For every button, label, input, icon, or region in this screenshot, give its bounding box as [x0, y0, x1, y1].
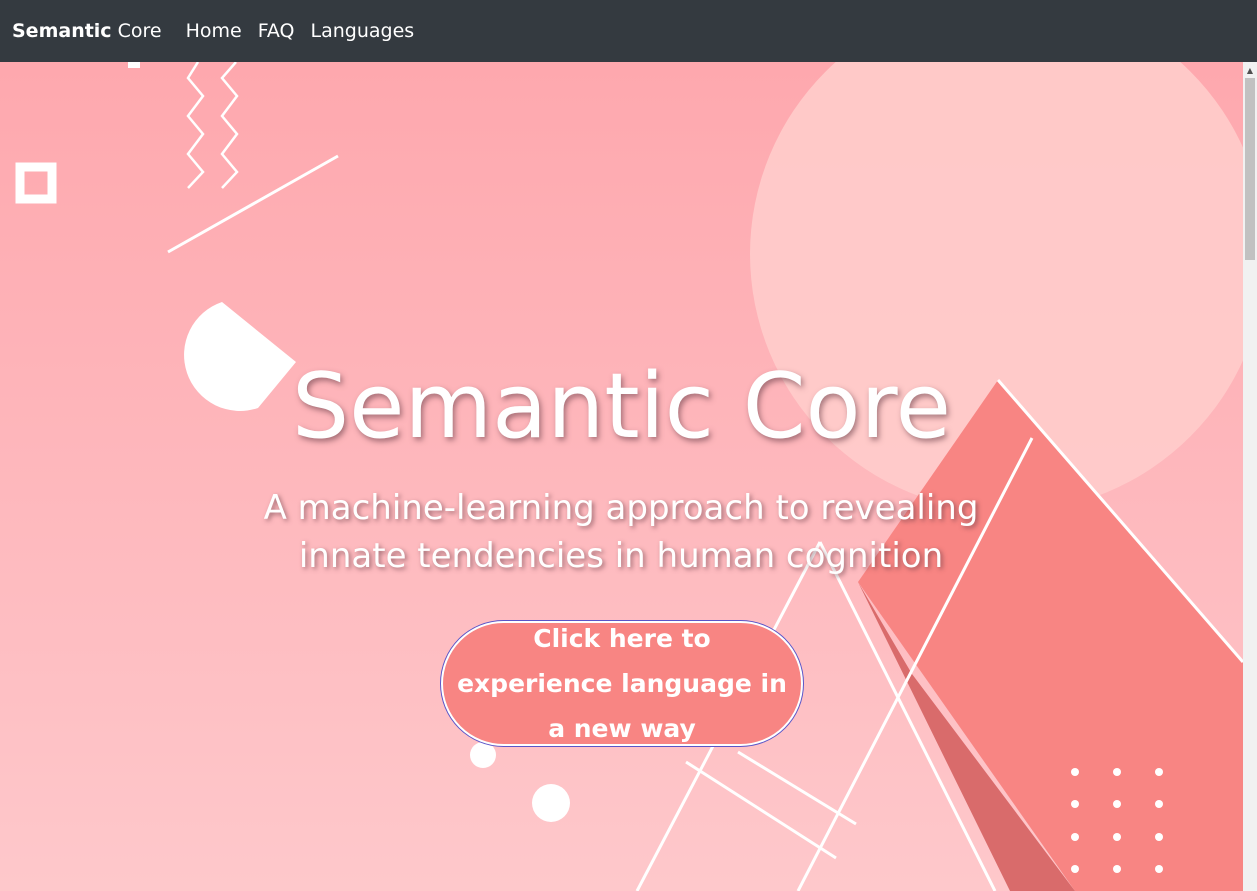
- brand-bold: Semantic: [12, 20, 112, 42]
- bg-short-line-1: [685, 760, 837, 860]
- hero-section: Semantic Core A machine-learning approac…: [0, 62, 1243, 891]
- up-arrow-icon[interactable]: ▲: [1243, 62, 1257, 78]
- bg-hollow-square: [15, 162, 57, 204]
- bg-short-line-2: [737, 750, 857, 826]
- brand-link[interactable]: Semantic Core: [12, 20, 162, 42]
- hero-title: Semantic Core: [291, 354, 952, 459]
- hero-subtitle: A machine-learning approach to revealing…: [263, 488, 979, 576]
- bg-zigzag-1: [186, 62, 205, 189]
- bg-small-rect: [128, 62, 140, 68]
- navbar: Semantic Core Home FAQ Languages: [0, 0, 1257, 62]
- bg-top-line: [167, 154, 339, 254]
- experience-language-button[interactable]: Click here to experience language in a n…: [441, 621, 803, 746]
- nav-link-languages[interactable]: Languages: [311, 20, 415, 42]
- vertical-scrollbar[interactable]: ▲: [1243, 62, 1257, 891]
- bg-small-circle-2: [532, 784, 570, 822]
- nav-link-faq[interactable]: FAQ: [258, 20, 295, 42]
- brand-rest: Core: [111, 20, 162, 42]
- bg-zigzag-2: [220, 62, 239, 189]
- scrollbar-thumb[interactable]: [1245, 78, 1255, 260]
- hero-background-illustration: [15, 62, 1243, 891]
- nav-link-home[interactable]: Home: [186, 20, 242, 42]
